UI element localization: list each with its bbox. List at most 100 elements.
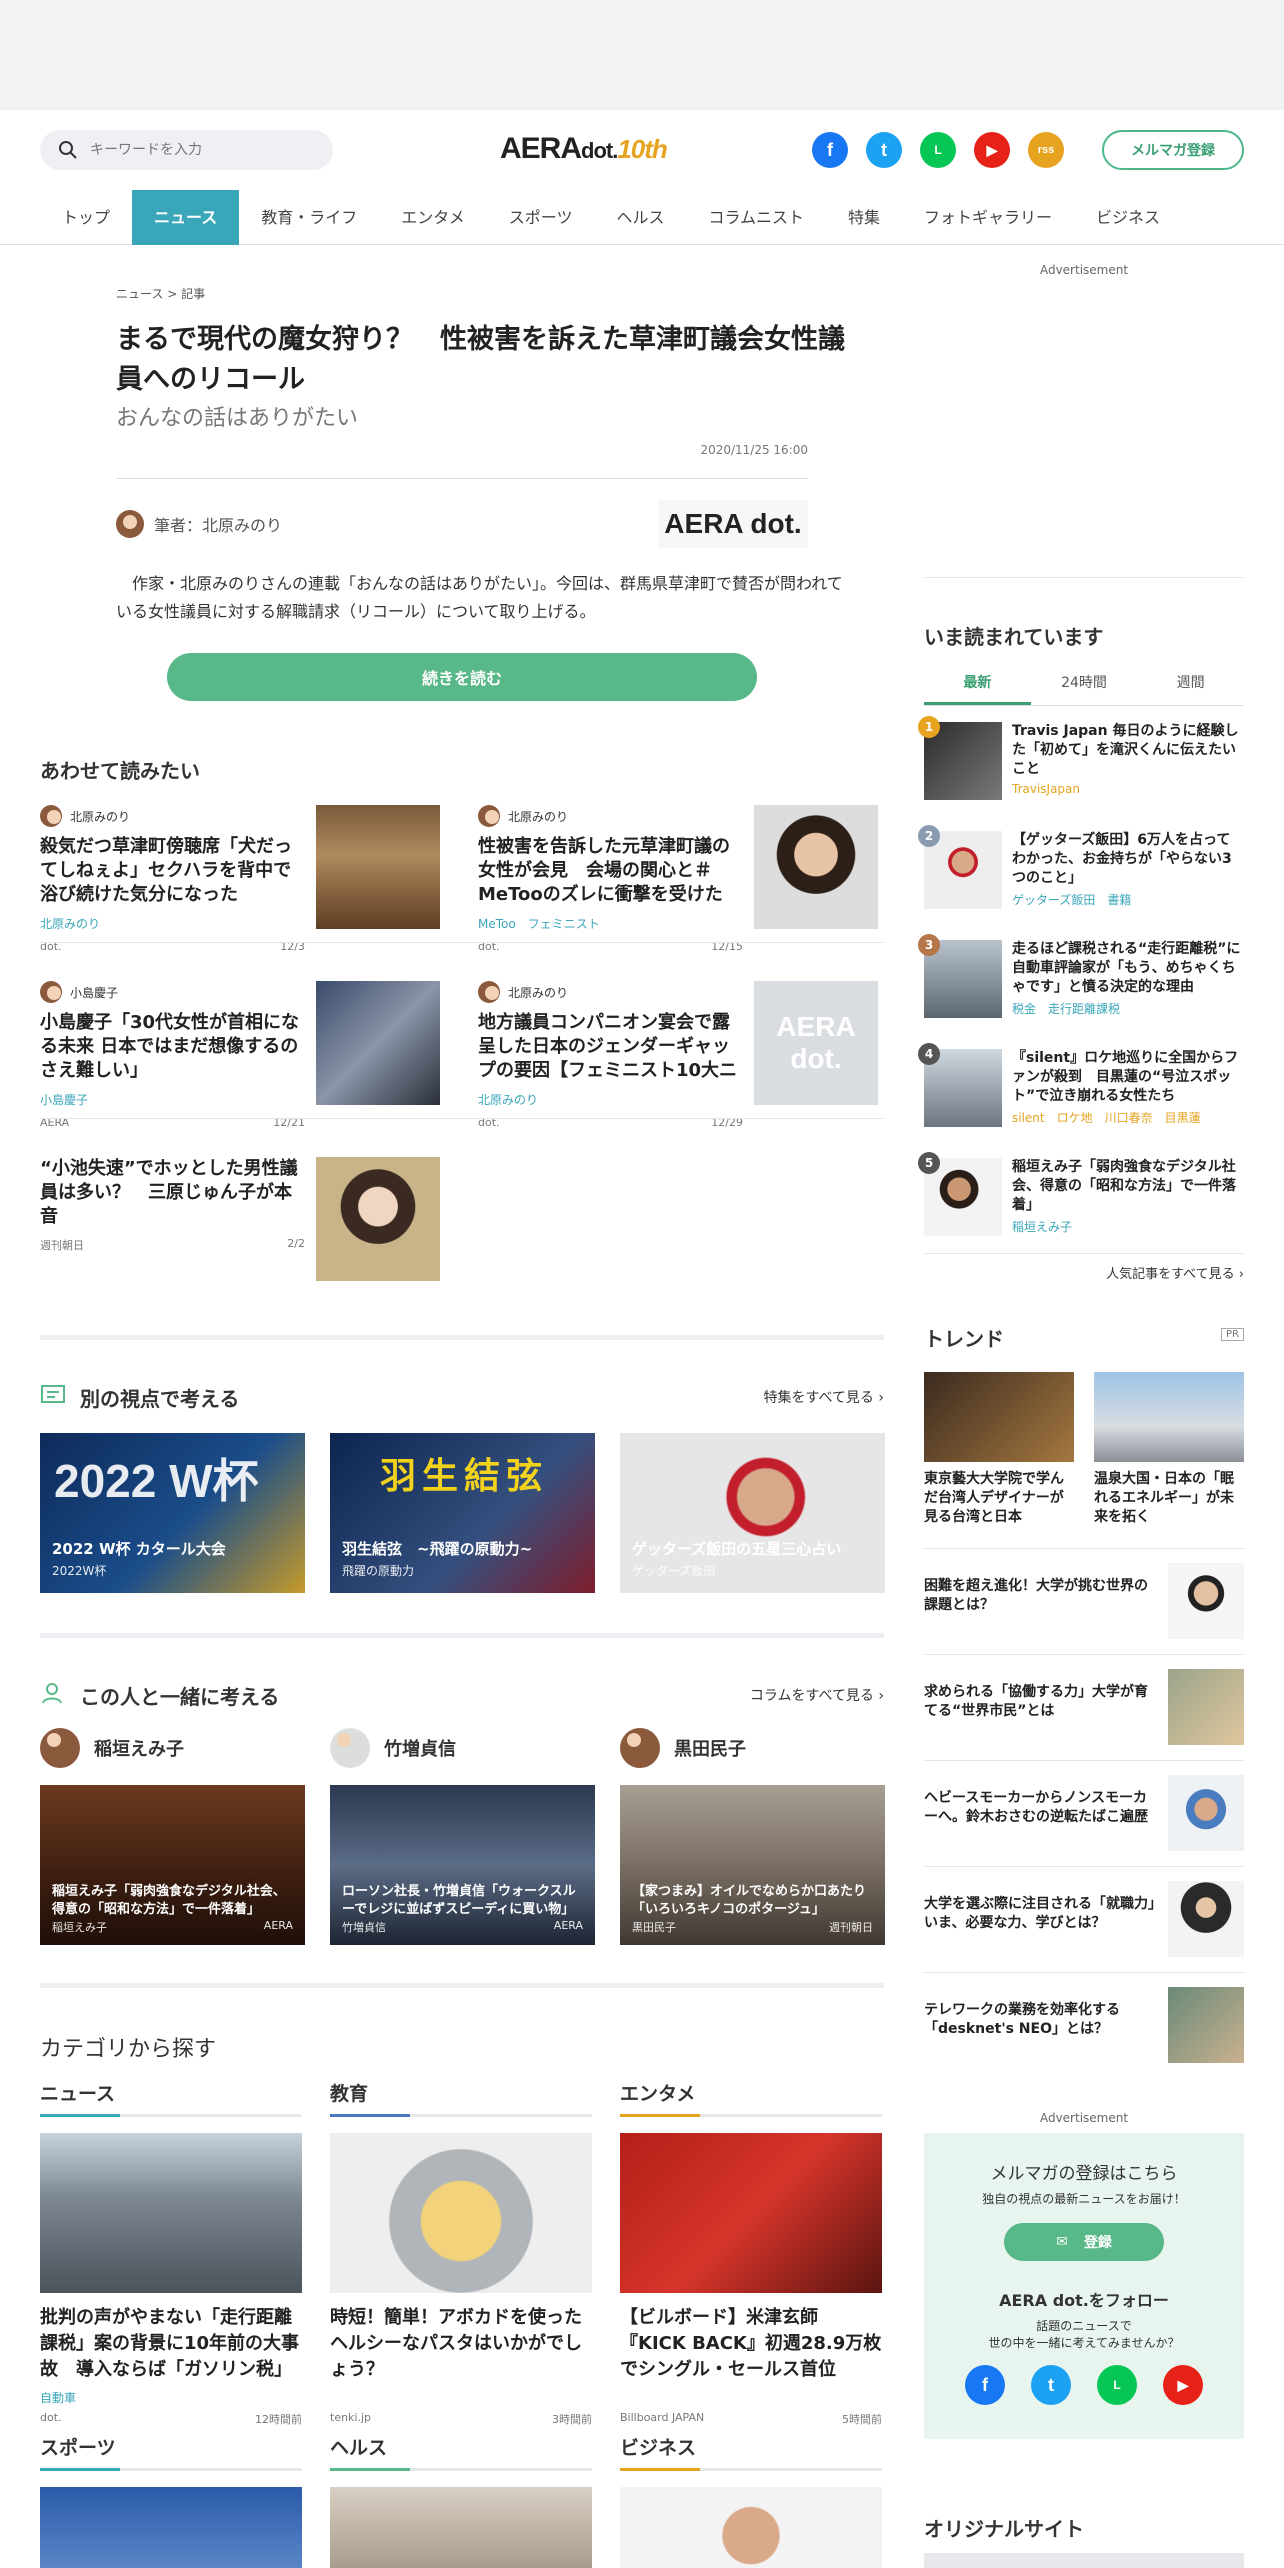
trend-image[interactable] [1094, 1372, 1244, 1462]
category-card-title[interactable]: 時短！簡単！アボカドを使ったヘルシーなパスタはいかがでしょう？ [330, 2305, 592, 2383]
nav-top[interactable]: トップ [40, 190, 132, 245]
trend-item-title[interactable]: ヘビースモーカーからノンスモーカーへ。鈴木おさむの逆転たばこ遍歴 [924, 1789, 1159, 1827]
column-card[interactable]: ローソン社長・竹増貞信「ウォークスルーでレジに並ばずスピーディに買い物」 竹増貞… [330, 1785, 595, 1945]
trend-item[interactable]: 困難を超え進化！大学が挑む世界の課題とは？ [924, 1563, 1244, 1639]
columnist[interactable]: 稲垣えみ子 [40, 1728, 184, 1768]
nav-education[interactable]: 教育・ライフ [239, 190, 379, 245]
youtube-icon[interactable]: ▶ [1163, 2365, 1203, 2405]
nav-health[interactable]: ヘルス [594, 190, 686, 245]
ranking-tags[interactable]: 税金 走行距離課税 [1012, 1000, 1120, 1017]
trend-item[interactable]: 求められる「協働する力」大学が育てる“世界市民”とは [924, 1669, 1244, 1745]
people-more-link[interactable]: コラムをすべて見る › [750, 1685, 884, 1705]
related-card[interactable]: 北原みのり 地方議員コンパニオン宴会で露呈した日本のジェンダーギャップの要因【フ… [478, 981, 878, 1141]
trend-image[interactable] [1168, 1563, 1244, 1639]
trend-image[interactable] [1168, 1881, 1244, 1957]
feature-card[interactable]: 2022 W杯 2022 W杯 カタール大会 2022W杯 [40, 1433, 305, 1593]
category-news-head[interactable]: ニュース [40, 2079, 302, 2117]
nav-business[interactable]: ビジネス [1074, 190, 1182, 245]
card-image[interactable] [316, 805, 440, 929]
category-sports-head[interactable]: スポーツ [40, 2433, 302, 2471]
features-more-link[interactable]: 特集をすべて見る › [763, 1387, 884, 1407]
read-more-button[interactable]: 続きを読む [167, 653, 757, 701]
ranking-tags[interactable]: ゲッターズ飯田 書籍 [1012, 891, 1131, 908]
ranking-title-text[interactable]: 走るほど課税される“走行距離税”に自動車評論家が「もう、めちゃくちゃです」と憤る… [1012, 940, 1244, 997]
trend-item[interactable]: テレワークの業務を効率化する「desknet's NEO」とは？ [924, 1987, 1244, 2063]
line-icon[interactable]: L [1097, 2365, 1137, 2405]
category-card-image[interactable] [620, 2133, 882, 2293]
line-icon[interactable]: L [920, 132, 956, 168]
related-card[interactable]: 北原みのり 殺気だつ草津町傍聴席「犬だってしねぇよ」セクハラを背中で浴び続けた気… [40, 805, 440, 965]
category-card-image[interactable] [40, 2133, 302, 2293]
card-title[interactable]: “小池失速”でホッとした男性議員は多い？ 三原じゅん子が本音 [40, 1157, 305, 1229]
nav-features[interactable]: 特集 [826, 190, 902, 245]
card-title[interactable]: 性被害を告訴した元草津町議の女性が会見 会場の関心と＃MeTooのズレに衝撃を受… [478, 835, 743, 907]
search-input[interactable] [90, 142, 310, 158]
trend-image[interactable] [1168, 1987, 1244, 2063]
trend-card-title[interactable]: 温泉大国・日本の「眠れるエネルギー」が未来を拓く [1094, 1470, 1244, 1527]
ranking-item[interactable]: 5 稲垣えみ子「弱肉強食なデジタル社会、得意の「昭和な方法」で一件落着」 稲垣え… [918, 1152, 1244, 1254]
trend-image[interactable] [924, 1372, 1074, 1462]
ranking-title-text[interactable]: 稲垣えみ子「弱肉強食なデジタル社会、得意の「昭和な方法」で一件落着」 [1012, 1158, 1244, 1215]
category-entertainment-head[interactable]: エンタメ [620, 2079, 882, 2117]
card-image[interactable] [316, 981, 440, 1105]
category-card-tag[interactable]: 自動車 [40, 2389, 302, 2405]
category-business-head[interactable]: ビジネス [620, 2433, 882, 2471]
search-box[interactable] [40, 130, 333, 170]
ranking-more-link[interactable]: 人気記事をすべて見る › [1106, 1263, 1244, 1282]
trend-item-title[interactable]: 求められる「協働する力」大学が育てる“世界市民”とは [924, 1683, 1159, 1721]
placeholder-logo[interactable]: AERA dot. [754, 981, 878, 1105]
category-health-head[interactable]: ヘルス [330, 2433, 592, 2471]
feature-card[interactable]: ゲッターズ飯田の五星三心占い ゲッターズ飯田 [620, 1433, 885, 1593]
category-card[interactable]: 時短！簡単！アボカドを使ったヘルシーなパスタはいかがでしょう？ tenki.jp… [330, 2133, 592, 2427]
ranking-title-text[interactable]: Travis Japan 毎日のように経験した「初めて」を滝沢くんに伝えたいこと [1012, 722, 1244, 779]
ranking-item[interactable]: 4 『silent』ロケ地巡りに全国からファンが殺到 目黒蓮の“号泣スポット”で… [918, 1043, 1244, 1145]
tab-weekly[interactable]: 週間 [1137, 672, 1244, 705]
facebook-icon[interactable]: f [812, 132, 848, 168]
category-card-image[interactable] [330, 2133, 592, 2293]
original-site-banner[interactable] [924, 2553, 1244, 2568]
ranking-tags[interactable]: TravisJapan [1012, 782, 1080, 796]
trend-item-title[interactable]: 大学を選ぶ際に注目される「就職力」いま、必要な力、学びとは？ [924, 1895, 1159, 1933]
newsletter-button[interactable]: メルマガ登録 [1102, 130, 1244, 170]
related-card[interactable]: 北原みのり 性被害を告訴した元草津町議の女性が会見 会場の関心と＃MeTooのズ… [478, 805, 878, 965]
card-image[interactable] [754, 805, 878, 929]
ranking-tags[interactable]: silent ロケ地 川口春奈 目黒蓮 [1012, 1109, 1201, 1126]
card-title[interactable]: 小島慶子「30代女性が首相になる未来 日本ではまだ想像するのさえ難しい」 [40, 1011, 305, 1083]
feature-card[interactable]: 羽生結弦 羽生結弦 ~飛躍の原動力~ 飛躍の原動力 [330, 1433, 595, 1593]
column-card[interactable]: 稲垣えみ子「弱肉強食なデジタル社会、得意の「昭和な方法」で一件落着」 稲垣えみ子… [40, 1785, 305, 1945]
ranking-tags[interactable]: 稲垣えみ子 [1012, 1218, 1072, 1235]
article-author[interactable]: 筆者：北原みのり [116, 510, 282, 538]
tab-latest[interactable]: 最新 [924, 672, 1031, 705]
trend-item[interactable]: ヘビースモーカーからノンスモーカーへ。鈴木おさむの逆転たばこ遍歴 [924, 1775, 1244, 1851]
ranking-title-text[interactable]: 『silent』ロケ地巡りに全国からファンが殺到 目黒蓮の“号泣スポット”で泣き… [1012, 1049, 1244, 1106]
category-card[interactable]: 【ビルボード】米津玄師『KICK BACK』初週28.9万枚でシングル・セールス… [620, 2133, 882, 2427]
twitter-icon[interactable]: t [866, 132, 902, 168]
twitter-icon[interactable]: t [1031, 2365, 1071, 2405]
category-card[interactable]: 批判の声がやまない「走行距離課税」案の背景に10年前の大事故 導入ならば「ガソリ… [40, 2133, 302, 2427]
tab-24h[interactable]: 24時間 [1031, 672, 1138, 705]
ranking-item[interactable]: 1 Travis Japan 毎日のように経験した「初めて」を滝沢くんに伝えたい… [918, 716, 1244, 818]
trend-item-title[interactable]: 困難を超え進化！大学が挑む世界の課題とは？ [924, 1577, 1159, 1615]
card-title[interactable]: 殺気だつ草津町傍聴席「犬だってしねぇよ」セクハラを背中で浴び続けた気分になった [40, 835, 305, 907]
trend-image[interactable] [1168, 1669, 1244, 1745]
category-card-title[interactable]: 【ビルボード】米津玄師『KICK BACK』初週28.9万枚でシングル・セールス… [620, 2305, 882, 2383]
youtube-icon[interactable]: ▶ [974, 132, 1010, 168]
related-card[interactable]: 小島慶子 小島慶子「30代女性が首相になる未来 日本ではまだ想像するのさえ難しい… [40, 981, 440, 1141]
columnist[interactable]: 黒田民子 [620, 1728, 746, 1768]
nav-sports[interactable]: スポーツ [487, 190, 595, 245]
related-card[interactable]: “小池失速”でホッとした男性議員は多い？ 三原じゅん子が本音 週刊朝日 2/2 [40, 1157, 440, 1317]
ranking-item[interactable]: 3 走るほど課税される“走行距離税”に自動車評論家が「もう、めちゃくちゃです」と… [918, 934, 1244, 1036]
facebook-icon[interactable]: f [965, 2365, 1005, 2405]
columnist[interactable]: 竹増貞信 [330, 1728, 456, 1768]
category-card-image[interactable] [40, 2487, 302, 2568]
trend-card-title[interactable]: 東京藝大大学院で学んだ台湾人デザイナーが見る台湾と日本 [924, 1470, 1074, 1527]
card-image[interactable] [316, 1157, 440, 1281]
category-card-image[interactable] [330, 2487, 592, 2568]
trend-item-title[interactable]: テレワークの業務を効率化する「desknet's NEO」とは？ [924, 2001, 1159, 2039]
column-card[interactable]: 【家つまみ】オイルでなめらか口あたり「いろいろキノコのポタージュ」 黒田民子 週刊… [620, 1785, 885, 1945]
trend-item[interactable]: 大学を選ぶ際に注目される「就職力」いま、必要な力、学びとは？ [924, 1881, 1244, 1957]
category-card-title[interactable]: 批判の声がやまない「走行距離課税」案の背景に10年前の大事故 導入ならば「ガソリ… [40, 2305, 302, 2383]
breadcrumb[interactable]: ニュース > 記事 [116, 285, 205, 302]
nav-news[interactable]: ニュース [132, 190, 240, 245]
trend-image[interactable] [1168, 1775, 1244, 1851]
